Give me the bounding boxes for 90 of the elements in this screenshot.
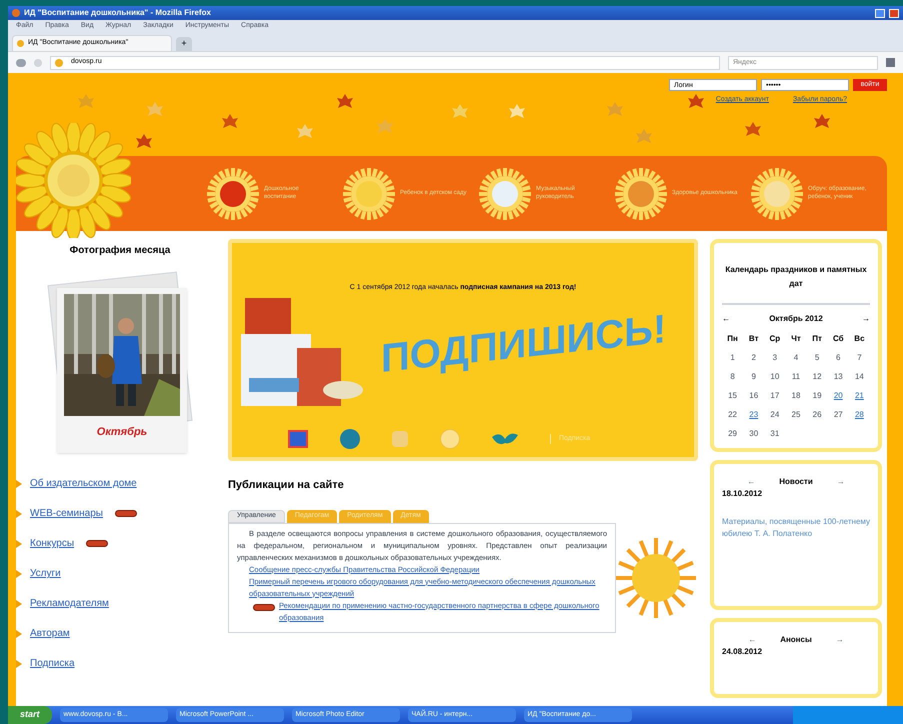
next-arrow[interactable]: → xyxy=(836,476,845,488)
smiley-icon[interactable] xyxy=(440,429,460,449)
calendar-day: 1 xyxy=(722,352,744,364)
calendar-day: 17 xyxy=(764,390,786,402)
journal-emblem-icon xyxy=(478,166,532,220)
calendar-day: 18 xyxy=(785,390,807,402)
close-button[interactable] xyxy=(889,8,899,18)
weekday-label: Вт xyxy=(748,333,760,345)
calendar-day: 19 xyxy=(806,390,828,402)
calendar-day: 9 xyxy=(743,371,764,383)
calendar-day: 8 xyxy=(722,371,744,383)
nav-link[interactable]: Услуги xyxy=(30,566,61,581)
new-badge xyxy=(86,540,108,547)
calendar-day: 25 xyxy=(785,409,807,421)
calendar-day: 13 xyxy=(828,371,849,383)
calendar-day: 14 xyxy=(848,371,870,383)
calendar-day: 4 xyxy=(785,352,807,364)
nav-link[interactable]: Подписка xyxy=(30,656,75,671)
calendar-day[interactable]: 20 xyxy=(828,390,849,402)
calendar-day: 29 xyxy=(722,428,744,440)
calendar-day: 7 xyxy=(848,352,870,364)
calendar-day: 30 xyxy=(743,428,764,440)
calendar-day: 31 xyxy=(764,428,786,440)
weekday-label: Сб xyxy=(832,333,845,345)
site-icon xyxy=(55,58,63,66)
previous-arrow[interactable]: ← xyxy=(747,476,756,488)
next-arrow[interactable]: → xyxy=(836,634,844,646)
calendar-day: 2 xyxy=(743,352,764,364)
section-title: Публикации на сайте xyxy=(228,478,345,493)
bullet-icon xyxy=(16,570,22,578)
journal-emblem-icon xyxy=(614,166,668,220)
window-title: ИД "Воспитание дошкольника" - Mozilla Firefox xyxy=(24,7,211,19)
calendar-day: 12 xyxy=(806,371,828,383)
weekday-label: Вс xyxy=(853,333,866,345)
calendar-day: 24 xyxy=(764,409,786,421)
calendar-day[interactable]: 28 xyxy=(848,409,870,421)
new-badge xyxy=(114,510,137,517)
bullet-icon xyxy=(16,480,22,488)
calendar-day: 5 xyxy=(806,352,828,364)
previous-arrow[interactable]: ← xyxy=(748,634,756,646)
journal-emblem-icon xyxy=(750,166,804,220)
calendar-title: Календарь праздников и памятных дат xyxy=(722,243,870,305)
nav-link[interactable]: Рекламодателям xyxy=(30,596,109,611)
calendar-day[interactable]: 23 xyxy=(743,409,764,421)
bullet-icon xyxy=(16,660,22,668)
photo-caption: Октябрь xyxy=(96,425,148,440)
journal-logo-icon[interactable] xyxy=(340,429,360,449)
journal-emblem-icon xyxy=(342,166,396,220)
back-button[interactable] xyxy=(16,58,26,66)
previous-arrow[interactable]: ← xyxy=(722,313,730,325)
nav-link[interactable]: Авторам xyxy=(30,626,70,641)
nav-link[interactable]: WEB-семинары xyxy=(30,506,103,521)
announcement-date: 24.08.2012 xyxy=(722,646,764,658)
journal-emblem-icon xyxy=(206,166,260,220)
calendar-day: 16 xyxy=(743,390,764,402)
month-title: Октябрь 2012 xyxy=(769,313,823,325)
next-arrow[interactable]: → xyxy=(862,313,870,325)
calendar-day: 3 xyxy=(764,352,786,364)
weekday-label: Пн xyxy=(726,333,739,345)
nav-link[interactable]: Об издательском доме xyxy=(30,476,137,491)
calendar-day: 26 xyxy=(806,409,828,421)
journal-logo-icon[interactable] xyxy=(288,430,308,448)
bullet-icon xyxy=(16,600,22,608)
section-title: Фотография месяца xyxy=(68,244,172,258)
calendar-day: 10 xyxy=(764,371,786,383)
bullet-icon xyxy=(16,510,22,518)
new-badge xyxy=(253,604,275,612)
box-title: Анонсы xyxy=(780,634,812,646)
minimize-button[interactable] xyxy=(875,8,885,18)
nav-link[interactable]: Конкурсы xyxy=(30,536,74,551)
bullet-icon xyxy=(16,630,22,638)
bird-icon[interactable] xyxy=(492,431,518,447)
bullet-icon xyxy=(16,540,22,548)
weekday-label: Пт xyxy=(811,333,823,345)
slogan: ПОДПИШИСЬ! xyxy=(381,306,667,382)
weekday-label: Ср xyxy=(768,333,782,345)
box-title: Новости xyxy=(779,476,813,488)
calendar-day: 27 xyxy=(828,409,849,421)
forward-button[interactable] xyxy=(34,58,42,66)
site-icon xyxy=(17,40,24,47)
news-date: 18.10.2012 xyxy=(722,488,764,500)
weekday-label: Чт xyxy=(790,333,802,345)
calendar-day: 15 xyxy=(722,390,744,402)
calendar-day: 6 xyxy=(828,352,849,364)
new-tab-button[interactable]: + xyxy=(176,37,192,51)
calendar-day[interactable]: 21 xyxy=(848,390,870,402)
calendar-day: 22 xyxy=(722,409,744,421)
calendar-day: 11 xyxy=(785,371,807,383)
start-button[interactable]: start xyxy=(8,706,52,724)
news-link[interactable]: Материалы, посвященные 100-летнему юбилею Т. А. Полатенко xyxy=(722,516,870,540)
